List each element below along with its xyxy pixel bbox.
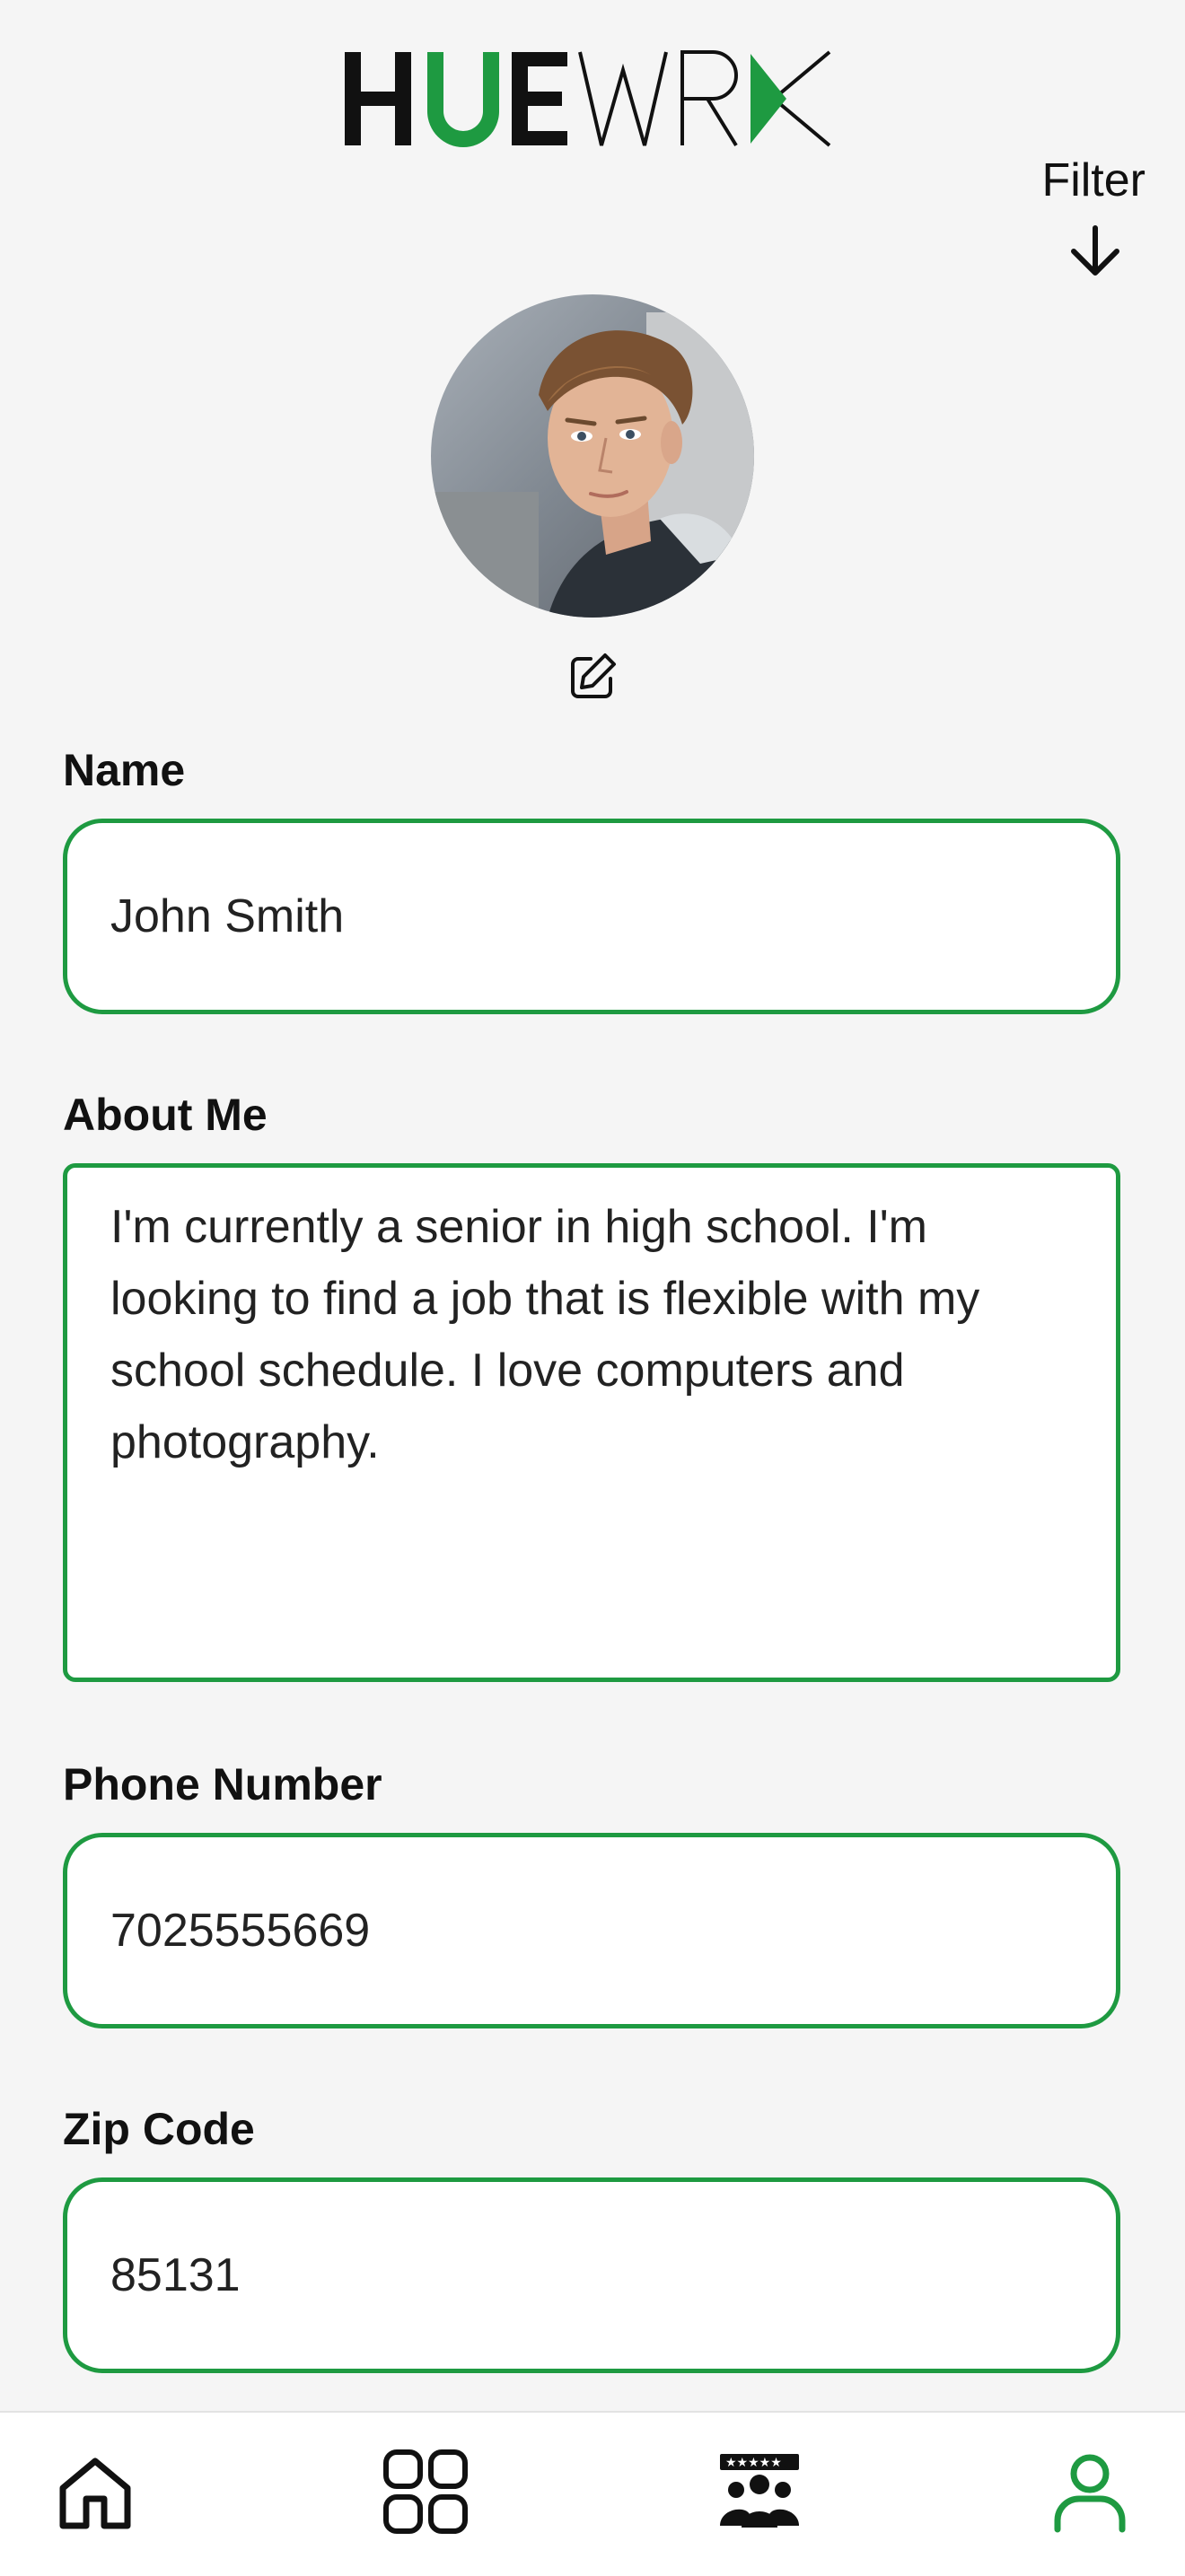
- phone-label: Phone Number: [63, 1759, 382, 1809]
- arrow-down-icon: [1071, 225, 1119, 276]
- about-value: I'm currently a senior in high school. I…: [110, 1201, 980, 1468]
- huewrx-logo: [345, 50, 831, 147]
- zip-field[interactable]: 85131: [63, 2177, 1120, 2373]
- name-value: John Smith: [110, 890, 345, 942]
- zip-value: 85131: [110, 2249, 241, 2301]
- edit-icon[interactable]: [566, 650, 619, 704]
- about-label: About Me: [63, 1090, 268, 1140]
- phone-value: 7025555669: [110, 1905, 371, 1957]
- about-textarea[interactable]: I'm currently a senior in high school. I…: [63, 1163, 1120, 1682]
- svg-text:★★★★★: ★★★★★: [725, 2456, 782, 2470]
- profile-icon[interactable]: [1047, 2449, 1133, 2535]
- reviews-group-icon[interactable]: ★★★★★: [716, 2449, 803, 2535]
- avatar: [431, 294, 754, 618]
- home-icon[interactable]: [52, 2449, 138, 2535]
- filter-button[interactable]: Filter: [1011, 153, 1146, 276]
- filter-label: Filter: [1041, 154, 1146, 206]
- name-label: Name: [63, 745, 186, 795]
- zip-label: Zip Code: [63, 2104, 255, 2154]
- grid-icon[interactable]: [382, 2449, 469, 2535]
- phone-field[interactable]: 7025555669: [63, 1833, 1120, 2028]
- name-field[interactable]: John Smith: [63, 819, 1120, 1014]
- bottom-nav: ★★★★★: [0, 2411, 1185, 2576]
